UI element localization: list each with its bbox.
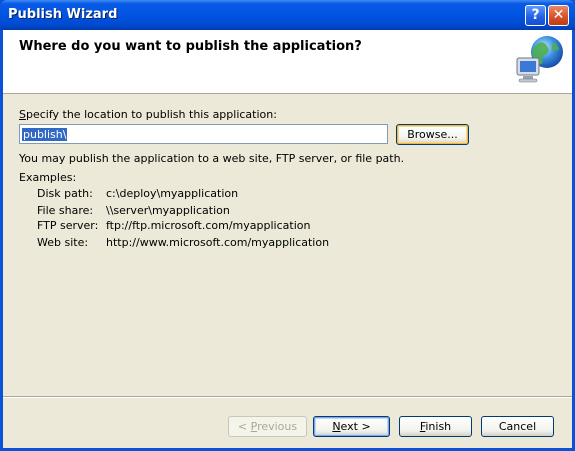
next-mnemonic: N: [332, 420, 341, 433]
browse-button[interactable]: Browse...: [396, 124, 469, 145]
example-kind-share: File share:: [37, 204, 94, 217]
help-button[interactable]: ?: [525, 5, 546, 26]
publish-wizard-window: Publish Wizard ? ✕ Where do you want to …: [0, 0, 575, 451]
location-label-mnemonic: S: [19, 108, 26, 121]
title-bar[interactable]: Publish Wizard ? ✕: [0, 0, 575, 30]
example-value-share: \\server\myapplication: [106, 204, 230, 217]
examples-title: Examples:: [19, 171, 77, 184]
page-heading: Where do you want to publish the applica…: [19, 39, 362, 54]
example-kind-ftp: FTP server:: [37, 219, 99, 232]
location-input[interactable]: publish\: [19, 124, 388, 144]
wizard-body: Where do you want to publish the applica…: [3, 30, 572, 448]
example-kind-disk: Disk path:: [37, 187, 93, 200]
example-value-web: http://www.microsoft.com/myapplication: [106, 236, 330, 249]
location-input-value: publish\: [22, 128, 68, 141]
location-label-rest: pecify the location to publish this appl…: [25, 108, 277, 121]
example-value-disk: c:\deploy\myapplication: [106, 187, 239, 200]
example-kind-web: Web site:: [37, 236, 89, 249]
cancel-button[interactable]: Cancel: [481, 416, 554, 437]
previous-prefix: <: [237, 420, 251, 433]
globe-computer-icon: [516, 36, 563, 83]
info-text: You may publish the application to a web…: [19, 152, 405, 165]
finish-button[interactable]: Finish: [399, 416, 472, 437]
example-value-ftp: ftp://ftp.microsoft.com/myapplication: [106, 219, 311, 232]
footer-separator: [3, 396, 572, 398]
previous-button[interactable]: < Previous: [228, 416, 307, 437]
finish-rest: inish: [425, 420, 452, 433]
window-title: Publish Wizard: [8, 7, 118, 22]
next-button[interactable]: Next >: [313, 416, 390, 437]
location-label: Specify the location to publish this app…: [19, 108, 277, 121]
wizard-header: Where do you want to publish the applica…: [3, 30, 572, 94]
previous-rest: revious: [257, 420, 298, 433]
next-rest: ext >: [340, 420, 371, 433]
close-button[interactable]: ✕: [548, 5, 569, 26]
